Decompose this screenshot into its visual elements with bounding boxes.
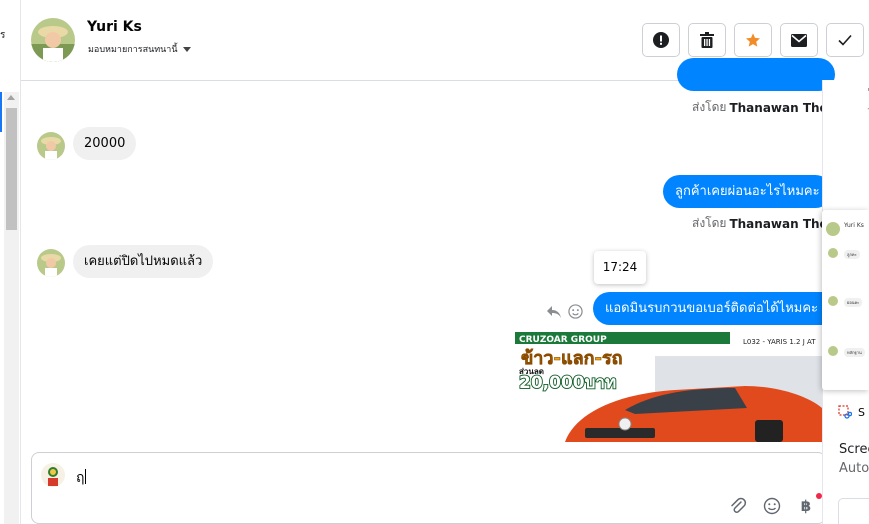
emoji-reaction-icon[interactable]	[568, 304, 583, 319]
snip-label: S	[858, 405, 865, 419]
list-edge-text: ร	[0, 30, 6, 41]
message-input-value: ฤ	[76, 470, 85, 486]
incoming-message-bubble[interactable]: 20000	[73, 127, 137, 160]
payment-request-button[interactable]: ฿	[797, 493, 822, 515]
delete-button[interactable]	[688, 23, 726, 57]
mini-avatar	[828, 346, 838, 356]
reply-icon[interactable]	[546, 305, 562, 319]
smiley-icon	[763, 497, 781, 515]
message-hover-actions	[546, 304, 583, 319]
mark-done-button[interactable]	[826, 23, 864, 57]
sender-name: Thanawan Thon	[729, 100, 837, 115]
mini-message: ลูกคะ	[844, 250, 860, 259]
mark-spam-button[interactable]	[642, 23, 680, 57]
notification-action-box[interactable]	[838, 498, 869, 524]
mini-avatar	[826, 222, 840, 236]
check-icon	[838, 34, 852, 46]
attach-file-button[interactable]	[729, 497, 747, 515]
contact-avatar-small	[37, 249, 65, 277]
list-selected-indicator	[0, 92, 2, 132]
contact-avatar-small	[37, 132, 65, 160]
shared-image-attachment[interactable]: CRUZOAR GROUP ข้าว-แลก-รถ ส่วนลด 20,000บ…	[515, 332, 822, 442]
sent-by-prefix: ส่งโดย	[692, 100, 727, 114]
outgoing-message-bubble[interactable]: ลูกค้าเคยผ่อนอะไรไหมคะ	[663, 175, 832, 208]
page-avatar	[41, 463, 65, 487]
mini-message: หลักฐาน	[844, 348, 865, 357]
contact-avatar[interactable]	[31, 18, 75, 62]
scroll-thumb[interactable]	[6, 108, 17, 230]
alert-icon	[653, 32, 669, 48]
mini-avatar	[828, 248, 838, 258]
caret-down-icon	[182, 46, 191, 52]
text-cursor	[85, 469, 87, 484]
incoming-message-bubble[interactable]: เคยแต่ปิดไปหมดแล้ว	[73, 245, 214, 278]
snipping-tool-item[interactable]: S	[838, 405, 865, 419]
outgoing-message-bubble[interactable]: แอดมินรบกวนขอเบอร์ติดต่อได้ไหมคะ	[593, 292, 823, 325]
paperclip-icon	[731, 497, 747, 513]
message-composer[interactable]: ฤ ฿	[31, 452, 826, 524]
trash-icon	[700, 32, 714, 48]
mark-unread-button[interactable]	[780, 23, 818, 57]
mini-message: ผ่อนคะ	[844, 298, 863, 307]
scroll-up-icon[interactable]	[7, 95, 15, 100]
mini-avatar	[828, 296, 838, 306]
baht-icon: ฿	[800, 497, 812, 515]
composer-tools: ฿	[729, 493, 822, 515]
sent-by-label: ส่งโดย Thanawan Thon	[692, 214, 836, 233]
scissors-icon	[838, 405, 852, 419]
star-icon	[746, 33, 760, 47]
ad-model: L032 - YARIS 1.2 J AT	[743, 338, 816, 346]
ad-title: CRUZOAR GROUP	[519, 335, 607, 345]
conversation-actions	[642, 23, 864, 57]
notification-title: Scree	[839, 442, 869, 457]
emoji-button[interactable]	[763, 497, 781, 515]
conversation-list-scrollbar[interactable]	[4, 92, 19, 524]
message-time-tooltip: 17:24	[594, 251, 646, 284]
assign-label: มอบหมายการสนทนานี้	[88, 45, 178, 55]
notification-subtitle: Auto	[839, 461, 869, 476]
screenshot-preview-card[interactable]: Yuri Ks ลูกคะ ผ่อนคะ หลักฐาน	[822, 210, 869, 390]
mail-icon	[791, 33, 807, 47]
star-button[interactable]	[734, 23, 772, 57]
ad-headline: ข้าว-แลก-รถ	[521, 348, 623, 369]
contact-name[interactable]: Yuri Ks	[87, 19, 142, 35]
sender-name: Thanawan Thon	[729, 216, 837, 231]
outgoing-message-bubble[interactable]	[677, 58, 835, 91]
message-input[interactable]: ฤ	[76, 467, 87, 489]
mini-contact-name: Yuri Ks	[844, 222, 864, 229]
inbox-conversation-view: ร Yuri Ks มอบหมายการสนทนานี้ ส่งโดย Than…	[0, 0, 869, 524]
ad-discount: 20,000บาท	[519, 373, 616, 393]
assign-conversation-dropdown[interactable]: มอบหมายการสนทนานี้	[88, 42, 191, 56]
sent-by-prefix: ส่งโดย	[692, 216, 727, 230]
